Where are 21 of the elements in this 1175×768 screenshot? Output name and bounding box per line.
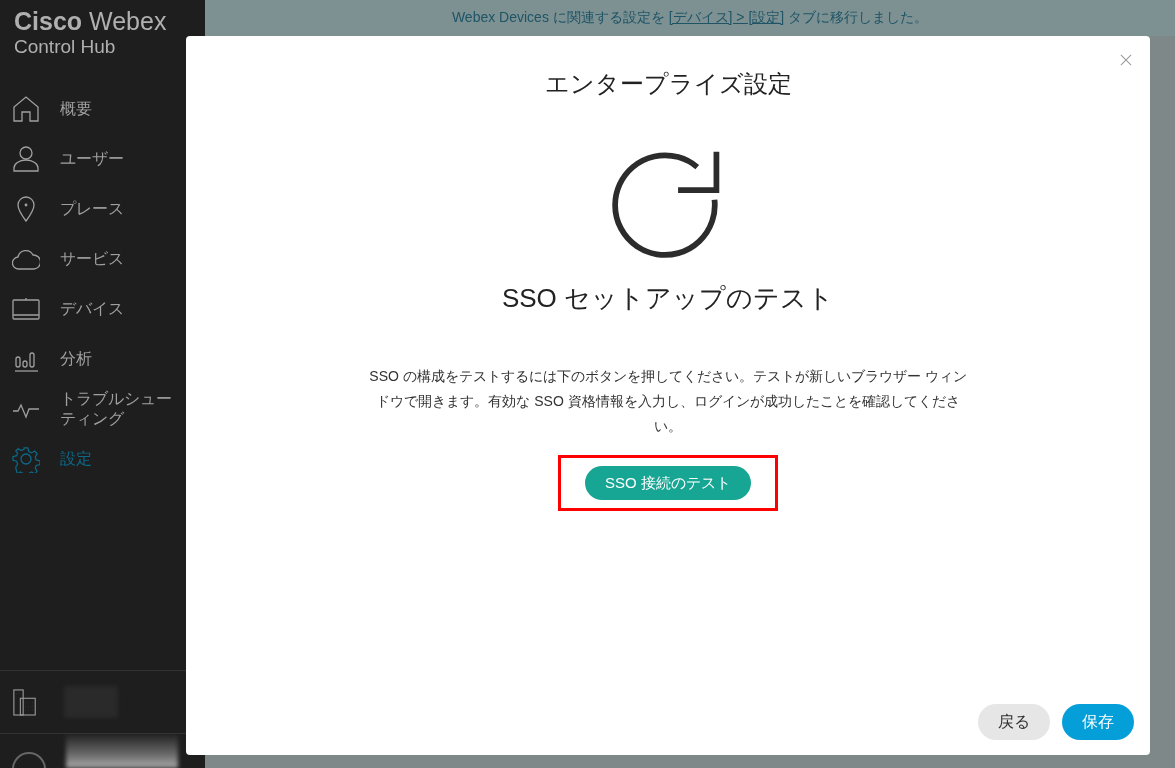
dialog-description: SSO の構成をテストするには下のボタンを押してください。テストが新しいブラウザー ウィンドウで開きます。有効な SSO 資格情報を入力し、ログインが成功したことを確認してください。 [368, 367, 968, 436]
home-icon [12, 95, 40, 123]
building-icon [12, 687, 38, 717]
close-icon[interactable] [1120, 54, 1132, 66]
back-button[interactable]: 戻る [978, 704, 1050, 740]
nav-item[interactable]: 概要 [0, 84, 205, 134]
device-icon [12, 295, 40, 323]
nav-item[interactable]: プレース [0, 184, 205, 234]
nav-item[interactable]: デバイス [0, 284, 205, 334]
nav-item[interactable]: 分析 [0, 334, 205, 384]
dialog-heading: SSO セットアップのテスト [501, 282, 835, 315]
nav-item[interactable]: サービス [0, 234, 205, 284]
nav-item[interactable]: トラブルシューティング [0, 384, 205, 434]
settings-icon [12, 445, 40, 473]
notice-text: Webex Devices に関連する設定を [デバイス] > [設定] タブに移行しました。 [451, 9, 929, 27]
logo-product: Webex [89, 7, 167, 35]
logo-subtitle: Control Hub [14, 36, 117, 58]
logo-brand: Cisco [14, 7, 83, 35]
user-icon [12, 145, 40, 173]
dialog-title: エンタープライズ設定 [544, 69, 792, 99]
nav-item[interactable]: ユーザー [0, 134, 205, 184]
